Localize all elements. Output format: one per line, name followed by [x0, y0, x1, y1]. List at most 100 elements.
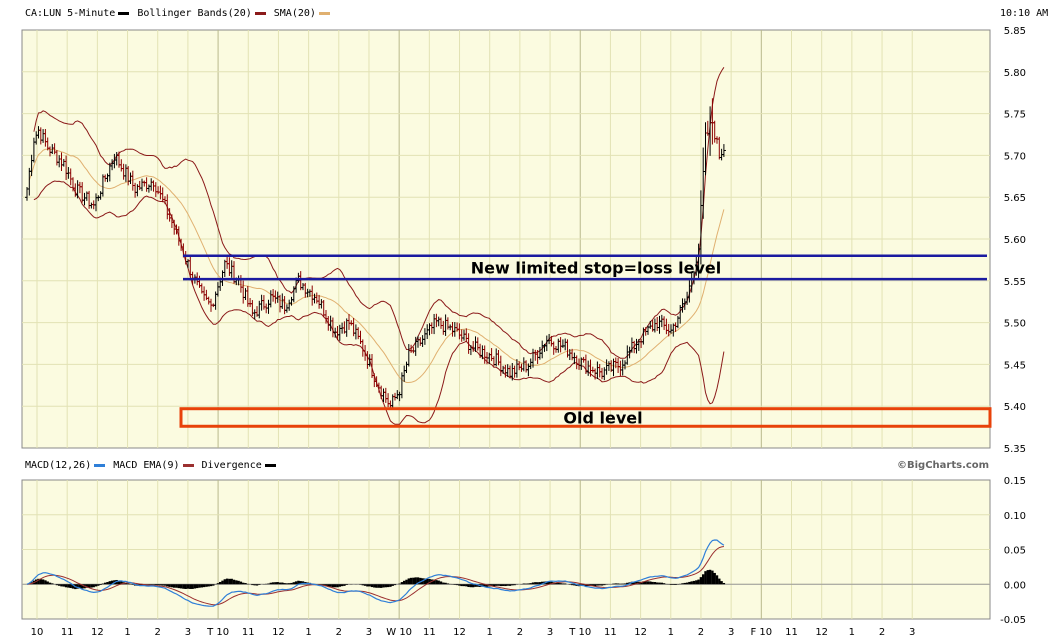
divergence-bar: [439, 581, 443, 585]
divergence-bar: [683, 582, 686, 585]
x-tick-label: 1: [124, 627, 130, 638]
divergence-bar: [288, 583, 291, 585]
divergence-bar: [44, 580, 47, 585]
divergence-bar: [64, 584, 68, 588]
divergence-bar: [504, 584, 507, 587]
divergence-bar: [101, 583, 105, 585]
divergence-bar: [409, 577, 413, 585]
price-y-tick-label: 5.55: [1004, 277, 1026, 288]
divergence-bar: [398, 583, 401, 585]
divergence-bar: [283, 583, 286, 585]
x-tick-label: 2: [155, 627, 161, 638]
divergence-bar: [382, 584, 385, 588]
x-tick-label: 12: [91, 627, 104, 638]
x-tick-label: 11: [242, 627, 255, 638]
divergence-bar: [681, 583, 684, 585]
divergence-bar: [391, 584, 394, 586]
divergence-bar: [621, 583, 624, 585]
divergence-bar: [55, 584, 59, 586]
divergence-bar: [370, 584, 374, 588]
divergence-bar: [225, 578, 229, 585]
divergence-bar: [497, 584, 500, 586]
divergence-bar: [603, 584, 606, 586]
divergence-bar: [442, 582, 445, 585]
divergence-bar: [58, 584, 61, 586]
divergence-bar: [403, 580, 406, 585]
divergence-bar: [182, 584, 185, 589]
divergence-bar: [513, 584, 516, 586]
divergence-bar: [697, 579, 700, 585]
divergence-bar: [614, 583, 617, 585]
x-tick-label: 3: [728, 627, 734, 638]
divergence-bar: [108, 581, 111, 585]
price-y-tick-label: 5.40: [1004, 402, 1026, 413]
divergence-bar: [41, 579, 45, 585]
x-tick-label: 3: [366, 627, 372, 638]
divergence-bar: [94, 584, 98, 587]
divergence-bar: [205, 584, 208, 587]
divergence-bar: [658, 582, 661, 585]
divergence-bar: [713, 572, 716, 585]
divergence-bar: [561, 583, 565, 585]
divergence-bar: [706, 570, 709, 585]
x-tick-label: 1: [849, 627, 855, 638]
divergence-bar: [221, 580, 224, 585]
divergence-bar: [242, 582, 245, 585]
x-tick-label: 12: [634, 627, 647, 638]
divergence-bar: [258, 584, 261, 585]
divergence-bar: [338, 584, 341, 587]
divergence-bar: [380, 584, 383, 588]
divergence-bar: [175, 584, 178, 588]
divergence-bar: [69, 584, 72, 588]
divergence-bar: [649, 581, 652, 585]
divergence-bar: [524, 583, 528, 585]
divergence-bar: [51, 583, 54, 585]
divergence-bar: [718, 578, 721, 585]
divergence-bar: [202, 584, 206, 588]
price-y-tick-label: 5.85: [1004, 26, 1026, 37]
divergence-bar: [596, 584, 599, 586]
divergence-bar: [366, 584, 369, 587]
divergence-bar: [97, 584, 100, 586]
divergence-bar: [281, 582, 284, 585]
divergence-bar: [656, 582, 659, 585]
divergence-bar: [405, 579, 408, 585]
divergence-bar: [106, 582, 109, 585]
divergence-bar: [669, 584, 673, 585]
price-y-tick-label: 5.35: [1004, 444, 1026, 455]
divergence-bar: [62, 584, 65, 587]
divergence-bar: [166, 584, 169, 587]
divergence-bar: [527, 583, 530, 585]
divergence-bar: [465, 584, 468, 587]
divergence-bar: [331, 584, 335, 588]
divergence-bar: [170, 584, 174, 588]
chart-svg: 10 11 12 1 2 3 T 10 11 12 1 2 3 W 10 11 12 1 2 3 T 10 11 12 1…: [21, 26, 1026, 638]
divergence-bar: [168, 584, 171, 587]
price-y-tick-label: 5.80: [1004, 68, 1026, 79]
x-tick-label: 2: [879, 627, 885, 638]
divergence-bar: [269, 582, 272, 585]
x-tick-label: 1: [305, 627, 311, 638]
price-y-tick-label: 5.65: [1004, 193, 1026, 204]
divergence-bar: [235, 580, 238, 585]
divergence-bar: [237, 580, 240, 585]
x-tick-label: W 10: [386, 627, 412, 638]
divergence-bar: [702, 574, 705, 585]
divergence-bar: [393, 584, 397, 586]
x-tick-label: 3: [909, 627, 915, 638]
divergence-bar: [200, 584, 203, 588]
divergence-bar: [294, 581, 298, 585]
x-tick-label: 11: [423, 627, 436, 638]
price-y-tick-label: 5.45: [1004, 360, 1026, 371]
divergence-bar: [534, 582, 537, 585]
divergence-bar: [244, 583, 247, 585]
divergence-bar: [173, 584, 176, 588]
x-tick-label: 11: [604, 627, 617, 638]
divergence-bar: [39, 579, 42, 585]
divergence-bar: [92, 584, 95, 588]
x-tick-label: T 10: [206, 627, 229, 638]
x-tick-label: F 10: [750, 627, 772, 638]
divergence-bar: [163, 584, 167, 586]
divergence-bar: [695, 580, 698, 585]
divergence-bar: [216, 583, 220, 585]
